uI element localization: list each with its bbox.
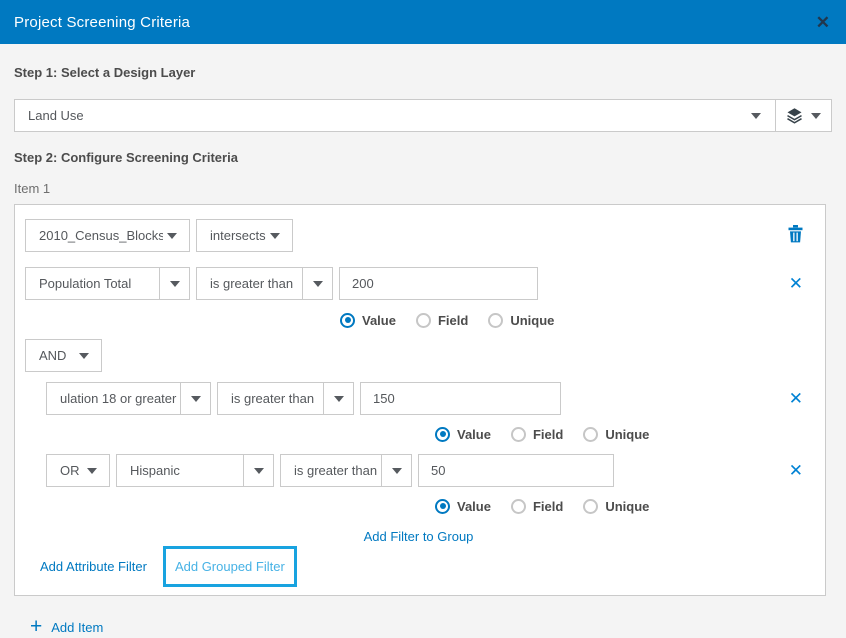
chevron-down-icon — [191, 396, 201, 402]
design-layer-value: Land Use — [15, 108, 751, 123]
chevron-down-icon — [811, 113, 821, 119]
filter1-unique-radio[interactable]: Unique — [488, 313, 554, 328]
filter1-field-radio[interactable]: Field — [416, 313, 468, 328]
filter2-field-value: ulation 18 or greater — [47, 391, 180, 406]
dialog-content: Step 1: Select a Design Layer Land Use S… — [0, 44, 846, 635]
trash-icon — [788, 225, 803, 243]
conjunction-row: AND — [25, 339, 812, 372]
layers-icon — [786, 107, 803, 124]
filter3-value-radio[interactable]: Value — [435, 499, 491, 514]
layer-filter-row: 2010_Census_Blocks intersects — [25, 219, 812, 252]
add-item-row[interactable]: + Add Item — [30, 619, 832, 635]
radio-unselected-icon — [488, 313, 503, 328]
add-item-link[interactable]: Add Item — [51, 620, 103, 635]
add-attribute-filter-link[interactable]: Add Attribute Filter — [40, 559, 147, 574]
chevron-down-icon — [270, 233, 280, 239]
step2-label: Step 2: Configure Screening Criteria — [14, 150, 832, 165]
chevron-down-icon — [334, 396, 344, 402]
filter2-value-radio[interactable]: Value — [435, 427, 491, 442]
radio-unselected-icon — [416, 313, 431, 328]
project-screening-criteria-dialog: Project Screening Criteria ✕ Step 1: Sel… — [0, 0, 846, 632]
radio-unselected-icon — [583, 499, 598, 514]
chevron-down-icon — [167, 233, 177, 239]
filter1-field-select[interactable]: Population Total — [25, 267, 190, 300]
chevron-down-icon — [751, 113, 761, 119]
filter2-field-select[interactable]: ulation 18 or greater — [46, 382, 211, 415]
filter1-mode-radio-group: Value Field Unique — [340, 312, 812, 328]
chevron-down-icon — [170, 281, 180, 287]
chevron-down-icon — [392, 468, 402, 474]
remove-filter2-icon[interactable]: ✕ — [789, 390, 803, 407]
filter1-value-radio[interactable]: Value — [340, 313, 396, 328]
filter3-operator-value: is greater than — [281, 463, 381, 478]
dialog-title: Project Screening Criteria — [14, 14, 190, 31]
filter2-operator-select[interactable]: is greater than — [217, 382, 354, 415]
remove-filter1-icon[interactable]: ✕ — [789, 275, 803, 292]
dialog-header: Project Screening Criteria ✕ — [0, 0, 846, 44]
radio-selected-icon — [435, 499, 450, 514]
filter3-field-select[interactable]: Hispanic — [116, 454, 274, 487]
filter3-conjunction-select[interactable]: OR — [46, 454, 110, 487]
layer-options-button[interactable] — [775, 100, 831, 131]
screening-layer-value: 2010_Census_Blocks — [26, 228, 163, 243]
radio-selected-icon — [435, 427, 450, 442]
conjunction-select[interactable]: AND — [25, 339, 102, 372]
filter2-mode-radio-group: Value Field Unique — [435, 426, 812, 442]
filter1-value-input[interactable] — [339, 267, 538, 300]
filter2-field-radio[interactable]: Field — [511, 427, 563, 442]
filter-actions-row: Add Attribute Filter Add Grouped Filter — [40, 546, 812, 587]
spatial-operator-select[interactable]: intersects — [196, 219, 293, 252]
filter3-field-value: Hispanic — [117, 463, 243, 478]
filter3-mode-radio-group: Value Field Unique — [435, 498, 812, 514]
radio-selected-icon — [340, 313, 355, 328]
delete-item-button[interactable] — [788, 225, 803, 246]
screening-layer-select[interactable]: 2010_Census_Blocks — [25, 219, 190, 252]
radio-unselected-icon — [511, 427, 526, 442]
spatial-operator-value: intersects — [197, 228, 266, 243]
design-layer-select[interactable]: Land Use — [14, 99, 832, 132]
filter2-unique-radio[interactable]: Unique — [583, 427, 649, 442]
filter2-operator-value: is greater than — [218, 391, 323, 406]
add-grouped-filter-link[interactable]: Add Grouped Filter — [175, 559, 285, 574]
step1-label: Step 1: Select a Design Layer — [14, 65, 832, 80]
radio-unselected-icon — [583, 427, 598, 442]
radio-unselected-icon — [511, 499, 526, 514]
filter3-unique-radio[interactable]: Unique — [583, 499, 649, 514]
chevron-down-icon — [79, 353, 89, 359]
chevron-down-icon — [254, 468, 264, 474]
filter3-value-input[interactable] — [418, 454, 614, 487]
item1-label: Item 1 — [14, 181, 832, 196]
add-filter-to-group-link[interactable]: Add Filter to Group — [364, 529, 474, 544]
chevron-down-icon — [87, 468, 97, 474]
item1-panel: 2010_Census_Blocks intersects — [14, 204, 826, 596]
filter3-field-radio[interactable]: Field — [511, 499, 563, 514]
filter1-operator-value: is greater than — [197, 276, 302, 291]
conjunction-value: AND — [26, 348, 75, 363]
attribute-filter-row-2: ulation 18 or greater is greater than ✕ — [46, 382, 812, 415]
plus-icon: + — [30, 619, 42, 635]
attribute-filter-row-3: OR Hispanic is greater than ✕ — [46, 454, 812, 487]
filter3-operator-select[interactable]: is greater than — [280, 454, 412, 487]
close-icon[interactable]: ✕ — [816, 14, 830, 31]
filter3-conjunction-value: OR — [47, 463, 83, 478]
add-grouped-filter-highlight-box: Add Grouped Filter — [163, 546, 297, 587]
chevron-down-icon — [313, 281, 323, 287]
remove-filter3-icon[interactable]: ✕ — [789, 462, 803, 479]
filter1-operator-select[interactable]: is greater than — [196, 267, 333, 300]
filter2-value-input[interactable] — [360, 382, 561, 415]
add-filter-to-group-row: Add Filter to Group — [25, 529, 812, 544]
attribute-filter-row-1: Population Total is greater than ✕ — [25, 267, 812, 300]
filter1-field-value: Population Total — [26, 276, 159, 291]
